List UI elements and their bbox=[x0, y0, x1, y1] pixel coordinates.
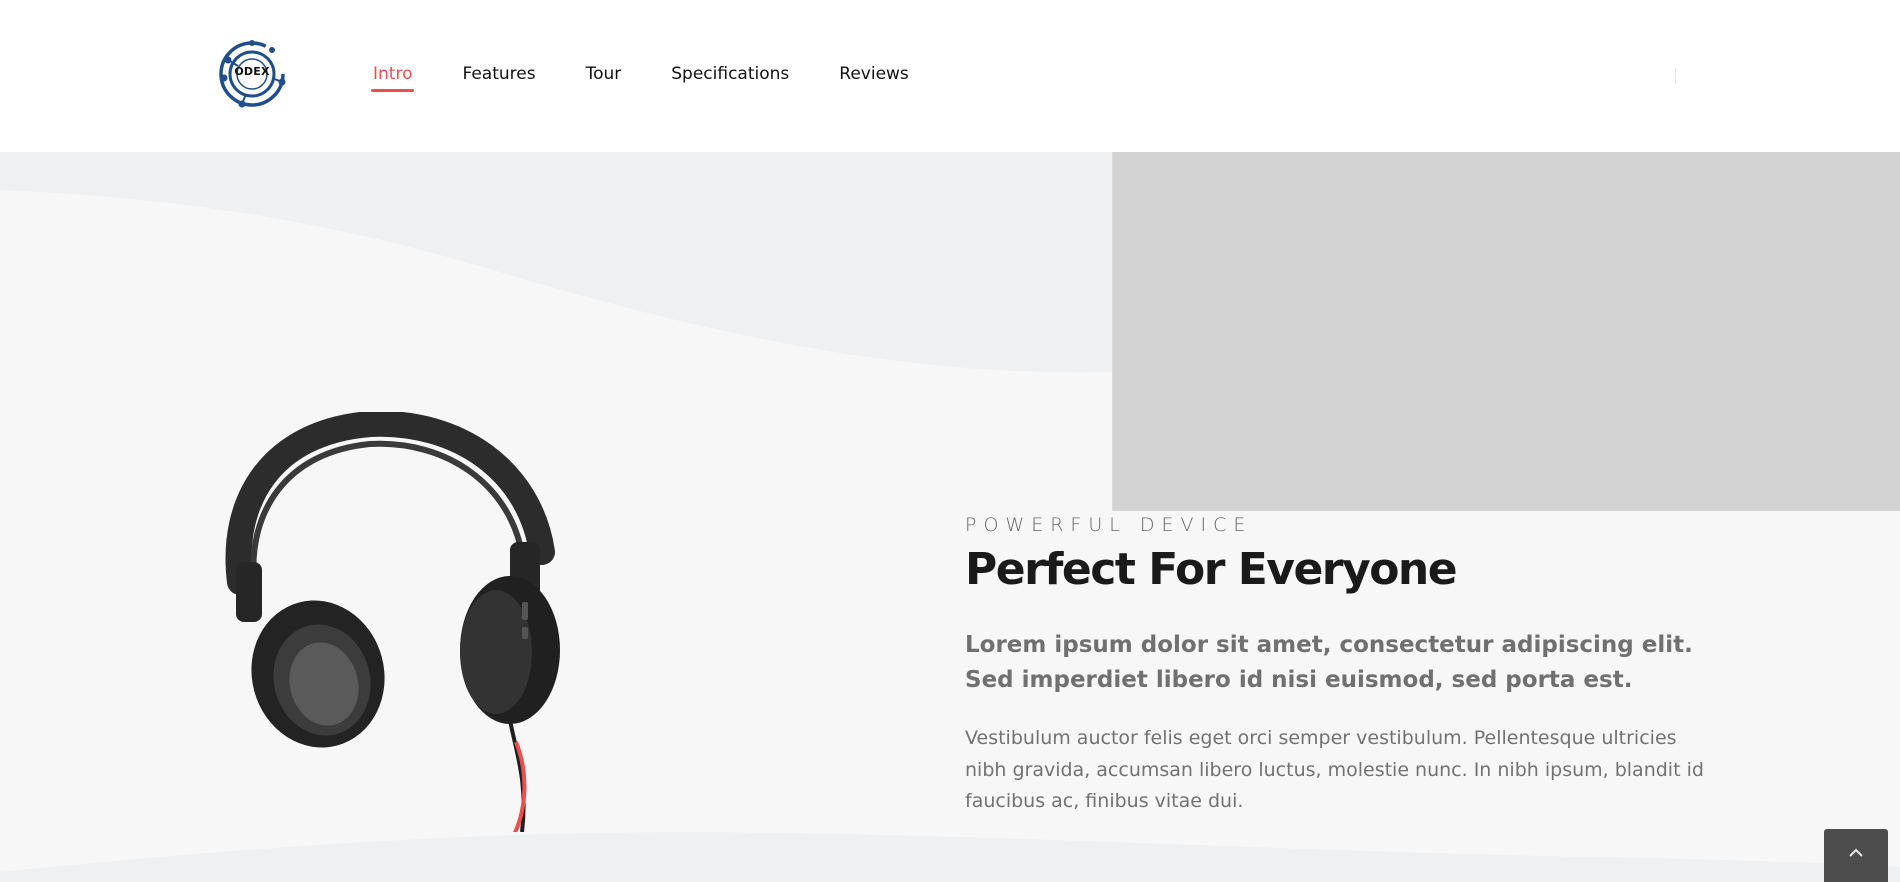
logo-text: ODEX bbox=[234, 65, 270, 78]
section-headline: Perfect For Everyone bbox=[965, 544, 1458, 595]
section-body: Vestibulum auctor felis eget orci semper… bbox=[965, 727, 1704, 813]
nav-item-specifications[interactable]: Specifications bbox=[669, 62, 791, 90]
site-header: ODEX Intro Features Tour Specifications … bbox=[0, 0, 1900, 152]
nav-item-intro[interactable]: Intro bbox=[371, 62, 415, 92]
back-to-top-button[interactable] bbox=[1824, 829, 1888, 882]
hero-section: POWERFUL DEVICE Perfect For Everyone Lor… bbox=[0, 152, 1900, 882]
image-placeholder bbox=[1112, 152, 1900, 511]
nav-item-tour[interactable]: Tour bbox=[584, 62, 624, 90]
nav-item-reviews[interactable]: Reviews bbox=[837, 62, 911, 90]
header-divider bbox=[1675, 68, 1676, 84]
chevron-up-icon bbox=[1849, 848, 1863, 857]
nav-item-features[interactable]: Features bbox=[460, 62, 537, 90]
headphones-image bbox=[225, 412, 560, 832]
landing-page: ODEX Intro Features Tour Specifications … bbox=[0, 0, 1900, 882]
section-eyebrow: POWERFUL DEVICE bbox=[965, 514, 1253, 536]
main-nav: Intro Features Tour Specifications Revie… bbox=[371, 62, 957, 92]
hero-content: POWERFUL DEVICE Perfect For Everyone Lor… bbox=[965, 514, 1705, 817]
logo[interactable]: ODEX bbox=[216, 38, 288, 110]
section-lead: Lorem ipsum dolor sit amet, consectetur … bbox=[965, 632, 1693, 693]
